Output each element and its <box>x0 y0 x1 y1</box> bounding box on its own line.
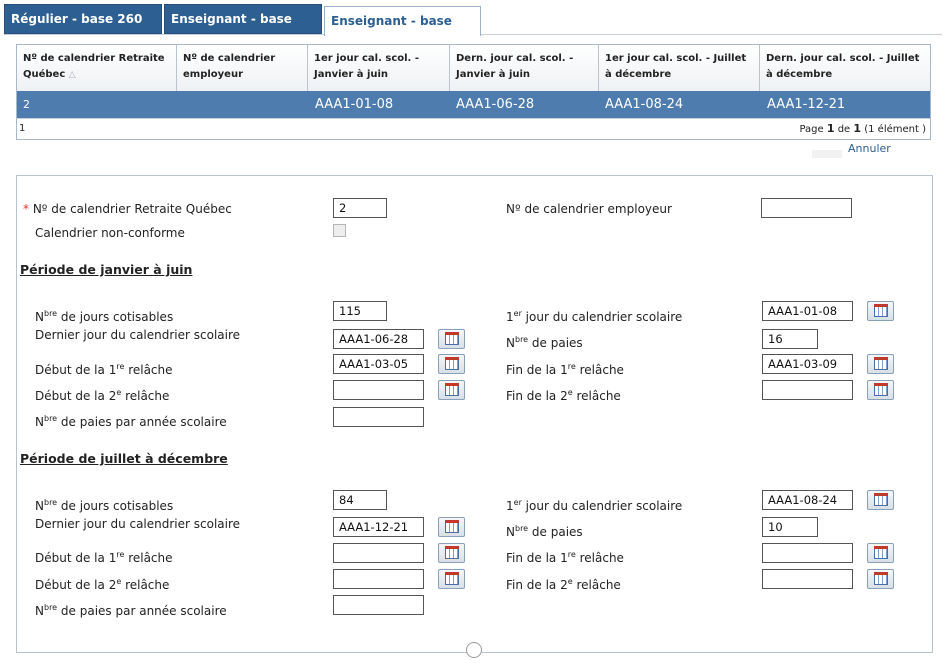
jours-cotisables-label: Nbre de jours cotisables <box>35 309 174 324</box>
fin-relache1-label: Fin de la 1re relâche <box>506 550 624 565</box>
debut-relache2-label: Début de la 2e relâche <box>35 577 170 592</box>
dernier-jour-label: Dernier jour du calendrier scolaire <box>35 328 241 342</box>
cell-premier-jul: AAA1-08-24 <box>605 97 684 112</box>
nb-paies-input[interactable]: 10 <box>762 517 818 537</box>
calendar-icon <box>445 572 459 585</box>
debut-relache2-input[interactable] <box>333 569 424 589</box>
resize-grip-icon[interactable] <box>466 642 482 658</box>
nonconforme-checkbox[interactable] <box>333 224 346 237</box>
cell-premier-jan: AAA1-01-08 <box>315 97 394 112</box>
divider <box>812 150 842 158</box>
calendar-grid: Nº de calendrier Retraite Québec △ Nº de… <box>16 44 931 140</box>
nb-paies-label: Nbre de paies <box>506 335 583 350</box>
col-header-employeur[interactable]: Nº de calendrier employeur <box>183 51 275 83</box>
calendar-button[interactable] <box>867 569 894 589</box>
debut-relache1-label: Début de la 1re relâche <box>35 550 173 565</box>
dernier-jour-input[interactable]: AAA1-06-28 <box>333 329 424 349</box>
fin-relache1-input[interactable]: AAA1-03-09 <box>762 354 853 374</box>
dernier-jour-input[interactable]: AAA1-12-21 <box>333 517 424 537</box>
paies-annee-input[interactable] <box>333 595 424 615</box>
calendar-icon <box>445 332 459 345</box>
required-mark: * <box>23 202 29 216</box>
calendar-button[interactable] <box>438 569 465 589</box>
cell-dernier-jan: AAA1-06-28 <box>456 97 535 112</box>
calendar-icon <box>445 357 459 370</box>
premier-jour-input[interactable]: AAA1-01-08 <box>762 301 853 321</box>
nb-paies-input[interactable]: 16 <box>762 329 818 349</box>
section-title-juil-dec: Période de juillet à décembre <box>20 451 228 466</box>
fin-relache1-input[interactable] <box>762 543 853 563</box>
calendar-button[interactable] <box>438 329 465 349</box>
jours-cotisables-input[interactable]: 84 <box>333 490 387 510</box>
debut-relache1-input[interactable] <box>333 543 424 563</box>
paies-annee-label: Nbre de paies par année scolaire <box>35 414 227 429</box>
rq-input[interactable]: 2 <box>333 198 387 218</box>
calendar-button[interactable] <box>867 301 894 321</box>
calendar-button[interactable] <box>438 517 465 537</box>
row-count: 1 <box>19 123 26 134</box>
tab-regulier-260[interactable]: Régulier - base 260 <box>4 4 162 34</box>
calendar-icon <box>874 572 888 585</box>
premier-jour-label: 1er jour du calendrier scolaire <box>506 498 683 513</box>
jours-cotisables-label: Nbre de jours cotisables <box>35 498 174 513</box>
col-header-premier-jul[interactable]: 1er jour cal. scol. - Juillet à décembre <box>605 51 746 83</box>
debut-relache1-label: Début de la 1re relâche <box>35 362 173 377</box>
calendar-icon <box>874 383 888 396</box>
calendar-icon <box>445 383 459 396</box>
paies-annee-input[interactable] <box>333 407 424 427</box>
fin-relache1-label: Fin de la 1re relâche <box>506 362 624 377</box>
calendar-button[interactable] <box>867 490 894 510</box>
debut-relache2-input[interactable] <box>333 380 424 400</box>
tab-enseignant-260[interactable]: Enseignant - base 260 <box>164 4 322 54</box>
col-header-dernier-jul[interactable]: Dern. jour cal. scol. - Juillet à décembr… <box>766 51 919 83</box>
tab-enseignant-200[interactable]: Enseignant - base 200 <box>324 6 481 56</box>
calendar-button[interactable] <box>867 354 894 374</box>
calendar-form: * Nº de calendrier Retraite Québec 2 Nº … <box>16 175 933 653</box>
cell-dernier-jul: AAA1-12-21 <box>767 97 846 112</box>
calendar-icon <box>874 357 888 370</box>
col-header-rq[interactable]: Nº de calendrier Retraite Québec △ <box>23 51 165 83</box>
nb-paies-label: Nbre de paies <box>506 524 583 539</box>
grid-footer: 1 Page 1 de 1 (1 élément ) <box>17 118 930 140</box>
debut-relache1-input[interactable]: AAA1-03-05 <box>333 354 424 374</box>
rq-label: * Nº de calendrier Retraite Québec <box>23 202 232 216</box>
employeur-label: Nº de calendrier employeur <box>506 202 672 216</box>
premier-jour-label: 1er jour du calendrier scolaire <box>506 309 683 324</box>
jours-cotisables-input[interactable]: 115 <box>333 301 387 321</box>
col-header-dernier-jan[interactable]: Dern. jour cal. scol. - Janvier à juin <box>456 51 573 83</box>
fin-relache2-input[interactable] <box>762 380 853 400</box>
calendar-icon <box>445 520 459 533</box>
dernier-jour-label: Dernier jour du calendrier scolaire <box>35 517 241 531</box>
calendar-icon <box>874 546 888 559</box>
paies-annee-label: Nbre de paies par année scolaire <box>35 603 227 618</box>
calendar-button[interactable] <box>867 380 894 400</box>
sort-asc-icon: △ <box>68 70 76 80</box>
premier-jour-input[interactable]: AAA1-08-24 <box>762 490 853 510</box>
calendar-icon <box>445 546 459 559</box>
nonconforme-label: Calendrier non-conforme <box>35 226 185 240</box>
debut-relache2-label: Début de la 2e relâche <box>35 388 170 403</box>
cell-rq: 2 <box>23 98 30 111</box>
calendar-button[interactable] <box>438 354 465 374</box>
employeur-input[interactable] <box>761 198 852 218</box>
fin-relache2-input[interactable] <box>762 569 853 589</box>
calendar-button[interactable] <box>867 543 894 563</box>
section-title-jan-juin: Période de janvier à juin <box>20 262 193 277</box>
calendar-button[interactable] <box>438 543 465 563</box>
col-header-premier-jan[interactable]: 1er jour cal. scol. - Janvier à juin <box>314 51 419 83</box>
fin-relache2-label: Fin de la 2e relâche <box>506 388 621 403</box>
calendar-icon <box>874 493 888 506</box>
fin-relache2-label: Fin de la 2e relâche <box>506 577 621 592</box>
cancel-link[interactable]: Annuler <box>848 142 891 155</box>
calendar-icon <box>874 304 888 317</box>
pager: Page 1 de 1 (1 élément ) <box>799 122 926 135</box>
calendar-button[interactable] <box>438 380 465 400</box>
